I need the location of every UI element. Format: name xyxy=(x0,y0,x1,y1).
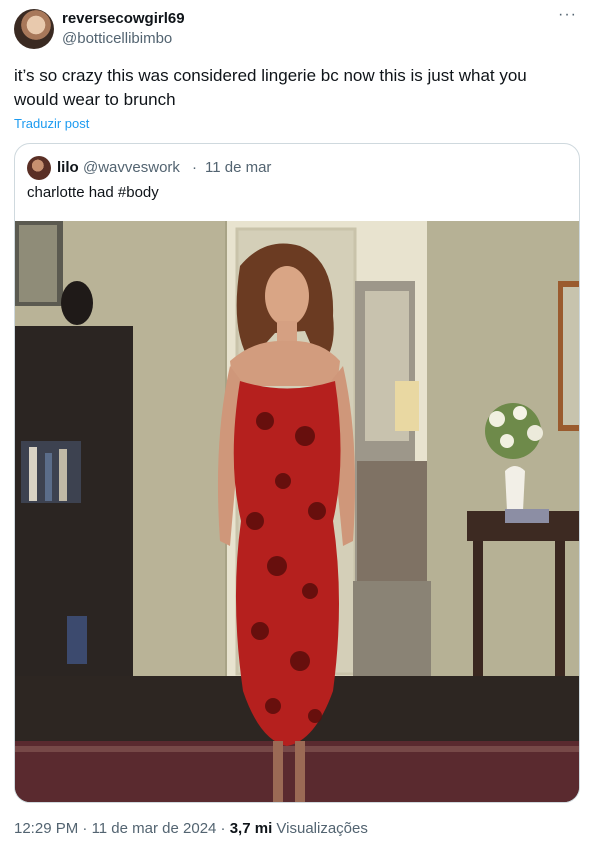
author-handle[interactable]: @botticellibimbo xyxy=(62,30,172,47)
tweet-time[interactable]: 12:29 PM xyxy=(14,820,78,837)
quote-avatar[interactable] xyxy=(27,156,51,180)
quote-separator: · xyxy=(192,159,197,176)
meta-separator: · xyxy=(82,820,88,837)
quoted-tweet[interactable]: lilo @wavveswork · 11 de mar charlotte h… xyxy=(14,143,580,803)
author-display-name[interactable]: reversecowgirl69 xyxy=(62,10,185,27)
views-count[interactable]: 3,7 mi xyxy=(230,820,273,837)
views-label: Visualizações xyxy=(276,820,368,837)
quote-photo[interactable] xyxy=(15,221,580,803)
quote-date[interactable]: 11 de mar xyxy=(205,159,271,176)
quote-text: charlotte had #body xyxy=(27,184,159,201)
tweet-text: it’s so crazy this was considered linger… xyxy=(14,66,527,109)
meta-separator: · xyxy=(220,820,226,837)
more-options-icon[interactable]: ··· xyxy=(558,6,577,24)
author-avatar[interactable] xyxy=(14,9,54,49)
tweet-date[interactable]: 11 de mar de 2024 xyxy=(92,820,217,837)
quote-display-name[interactable]: lilo xyxy=(57,159,79,176)
translate-post-link[interactable]: Traduzir post xyxy=(14,116,89,131)
tweet: reversecowgirl69 @botticellibimbo ··· it… xyxy=(0,0,593,846)
tweet-meta: 12:29 PM · 11 de mar de 2024 · 3,7 mi Vi… xyxy=(14,820,368,837)
quote-handle[interactable]: @wavveswork xyxy=(83,159,180,176)
